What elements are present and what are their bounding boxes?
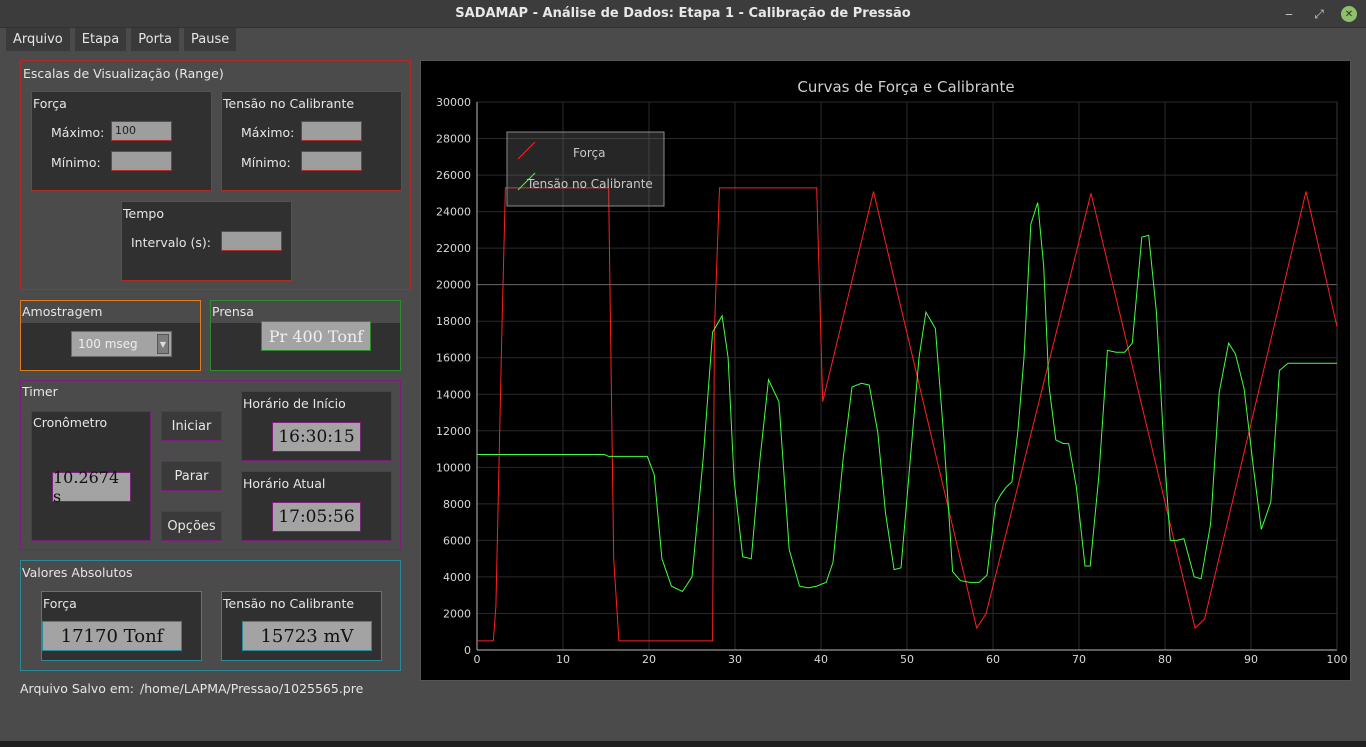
y-tick-label: 6000 bbox=[443, 534, 471, 547]
chevron-down-icon[interactable]: ▼ bbox=[157, 334, 169, 354]
y-tick-label: 26000 bbox=[436, 169, 471, 182]
y-tick-label: 24000 bbox=[436, 206, 471, 219]
chart-svg: Curvas de Força e Calibrante 0 10 20 30 40 50… bbox=[436, 78, 1348, 666]
iniciar-button[interactable]: Iniciar bbox=[161, 411, 222, 441]
tempo-interval-input[interactable] bbox=[221, 231, 282, 251]
prensa-title: Prensa bbox=[212, 304, 254, 319]
y-tick-label: 12000 bbox=[436, 425, 471, 438]
x-tick-label: 20 bbox=[642, 653, 656, 666]
x-tick-label: 40 bbox=[814, 653, 828, 666]
prensa-display: Pr 400 Tonf bbox=[261, 321, 371, 351]
legend-box bbox=[506, 131, 665, 207]
y-tick-label: 18000 bbox=[436, 315, 471, 328]
y-tick-label: 2000 bbox=[443, 607, 471, 620]
absolutos-title: Valores Absolutos bbox=[22, 565, 133, 580]
atual-panel: Horário Atual 17:05:56 bbox=[241, 471, 392, 541]
tensao-min-input[interactable] bbox=[301, 151, 362, 171]
opcoes-button[interactable]: Opções bbox=[161, 511, 222, 541]
tensao-max-label: Máximo: bbox=[241, 125, 295, 140]
amostragem-group: Amostragem 100 mseg ▼ bbox=[20, 300, 201, 371]
cronometro-display: 10.2674 s bbox=[52, 468, 131, 506]
scales-group: Escalas de Visualização (Range) Força Má… bbox=[20, 60, 411, 290]
forca-scale-panel: Força Máximo: 100 Mínimo: bbox=[31, 91, 212, 191]
abs-tensao-title: Tensão no Calibrante bbox=[223, 596, 355, 611]
inicio-display: 16:30:15 bbox=[272, 422, 361, 452]
menubar: Arquivo Etapa Porta Pause bbox=[0, 28, 1366, 52]
x-tick-label: 90 bbox=[1244, 653, 1258, 666]
amostragem-select[interactable]: 100 mseg ▼ bbox=[71, 331, 172, 357]
y-tick-label: 0 bbox=[464, 644, 471, 657]
maximize-icon[interactable]: ⤢ bbox=[1309, 4, 1329, 24]
taskbar bbox=[0, 741, 1366, 747]
cronometro-title: Cronômetro bbox=[33, 415, 108, 430]
atual-title: Horário Atual bbox=[243, 476, 326, 491]
window-title: SADAMAP - Análise de Dados: Etapa 1 - Ca… bbox=[455, 6, 911, 21]
inicio-title: Horário de Início bbox=[243, 396, 346, 411]
x-tick-label: 100 bbox=[1327, 653, 1348, 666]
x-tick-label: 50 bbox=[900, 653, 914, 666]
tempo-interval-label: Intervalo (s): bbox=[131, 235, 211, 250]
chart-panel: Curvas de Força e Calibrante 0 10 20 30 40 50… bbox=[420, 60, 1351, 681]
y-tick-label: 14000 bbox=[436, 388, 471, 401]
x-tick-label: 10 bbox=[556, 653, 570, 666]
y-tick-label: 10000 bbox=[436, 461, 471, 474]
tempo-scale-panel: Tempo Intervalo (s): bbox=[121, 201, 292, 281]
chart-legend[interactable]: Força Tensão no Calibrante bbox=[506, 131, 665, 207]
tensao-scale-title: Tensão no Calibrante bbox=[223, 96, 355, 111]
saved-file-label: Arquivo Salvo em: bbox=[20, 681, 134, 696]
tempo-scale-title: Tempo bbox=[123, 206, 164, 221]
menu-arquivo[interactable]: Arquivo bbox=[6, 28, 70, 51]
x-tick-label: 70 bbox=[1072, 653, 1086, 666]
parar-button[interactable]: Parar bbox=[161, 461, 222, 491]
atual-display: 17:05:56 bbox=[272, 502, 361, 532]
abs-tensao-panel: Tensão no Calibrante 15723 mV bbox=[221, 591, 382, 661]
tensao-max-input[interactable] bbox=[301, 121, 362, 141]
abs-tensao-display: 15723 mV bbox=[242, 621, 372, 651]
window-titlebar: SADAMAP - Análise de Dados: Etapa 1 - Ca… bbox=[0, 0, 1366, 28]
y-tick-label: 20000 bbox=[436, 279, 471, 292]
amostragem-title: Amostragem bbox=[22, 304, 103, 319]
amostragem-selected: 100 mseg bbox=[78, 337, 138, 351]
x-tick-label: 30 bbox=[728, 653, 742, 666]
legend-label-0: Força bbox=[573, 146, 605, 160]
forca-min-label: Mínimo: bbox=[51, 155, 101, 170]
abs-forca-title: Força bbox=[43, 596, 77, 611]
scales-group-title: Escalas de Visualização (Range) bbox=[23, 66, 224, 81]
chart-title: Curvas de Força e Calibrante bbox=[797, 78, 1014, 96]
timer-group: Timer Cronômetro 10.2674 s Iniciar Parar… bbox=[20, 380, 401, 550]
inicio-panel: Horário de Início 16:30:15 bbox=[241, 391, 392, 461]
prensa-group: Prensa Pr 400 Tonf bbox=[210, 300, 401, 371]
y-tick-label: 8000 bbox=[443, 498, 471, 511]
close-icon[interactable]: ✕ bbox=[1341, 6, 1357, 22]
y-tick-label: 30000 bbox=[436, 96, 471, 109]
absolutos-group: Valores Absolutos Força 17170 Tonf Tensã… bbox=[20, 560, 401, 671]
tensao-min-label: Mínimo: bbox=[241, 155, 291, 170]
x-tick-label: 0 bbox=[474, 653, 481, 666]
legend-label-1: Tensão no Calibrante bbox=[526, 177, 653, 191]
forca-min-input[interactable] bbox=[111, 151, 172, 171]
abs-forca-display: 17170 Tonf bbox=[42, 621, 182, 651]
y-tick-label: 4000 bbox=[443, 571, 471, 584]
x-tick-label: 60 bbox=[986, 653, 1000, 666]
forca-scale-title: Força bbox=[33, 96, 67, 111]
abs-forca-panel: Força 17170 Tonf bbox=[41, 591, 202, 661]
y-tick-label: 16000 bbox=[436, 352, 471, 365]
timer-title: Timer bbox=[22, 384, 58, 399]
cronometro-panel: Cronômetro 10.2674 s bbox=[31, 411, 151, 541]
menu-porta[interactable]: Porta bbox=[131, 28, 180, 51]
minimize-icon[interactable]: ‒ bbox=[1279, 4, 1299, 24]
x-tick-label: 80 bbox=[1158, 653, 1172, 666]
forca-max-input[interactable]: 100 bbox=[111, 121, 172, 141]
forca-max-label: Máximo: bbox=[51, 125, 105, 140]
menu-pause[interactable]: Pause bbox=[184, 28, 237, 51]
y-tick-label: 28000 bbox=[436, 133, 471, 146]
saved-file-path: /home/LAPMA/Pressao/1025565.pre bbox=[140, 681, 364, 696]
y-tick-label: 22000 bbox=[436, 242, 471, 255]
menu-etapa[interactable]: Etapa bbox=[74, 28, 127, 51]
tensao-scale-panel: Tensão no Calibrante Máximo: Mínimo: bbox=[221, 91, 402, 191]
